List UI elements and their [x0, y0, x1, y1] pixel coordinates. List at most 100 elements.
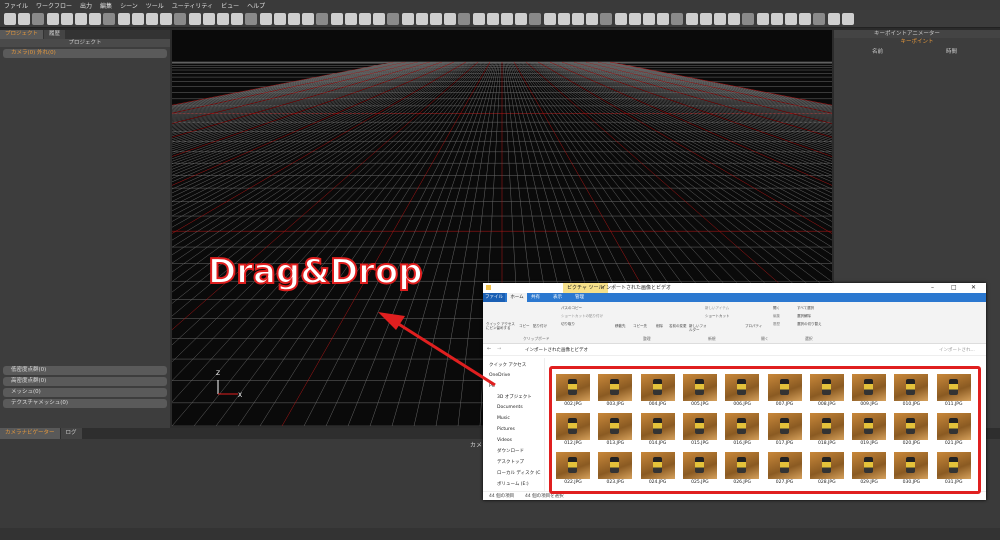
toolbar-button-icon[interactable]	[643, 13, 655, 25]
toolbar-button-icon[interactable]	[699, 13, 712, 25]
toolbar-button-icon[interactable]	[572, 13, 584, 25]
new-folder-button[interactable]: 新しいフォルダー	[689, 324, 707, 332]
close-icon[interactable]: ✕	[971, 283, 976, 293]
toolbar-button-icon[interactable]	[359, 13, 371, 25]
open-button[interactable]: 開く	[773, 306, 780, 311]
nav-item[interactable]: ボリューム (E:)	[497, 481, 529, 487]
toolbar-button-icon[interactable]	[273, 13, 286, 25]
nav-item[interactable]: Pictures	[497, 427, 515, 432]
back-icon[interactable]: ←	[487, 346, 491, 352]
menu-export[interactable]: 出力	[80, 1, 92, 10]
toolbar-button-icon[interactable]	[430, 13, 442, 25]
toolbar-button-icon[interactable]	[117, 13, 130, 25]
toolbar-button-icon[interactable]	[131, 13, 144, 25]
toolbar-button-icon[interactable]	[373, 13, 386, 25]
toolbar-button-icon[interactable]	[841, 13, 854, 25]
copy-path-button[interactable]: パスのコピー	[561, 306, 582, 311]
toolbar-button-icon[interactable]	[415, 13, 428, 25]
tab-log[interactable]: ログ	[60, 428, 82, 439]
ribbon-tab-view[interactable]: 表示	[553, 293, 562, 302]
nav-item[interactable]: ローカル ディスク (C	[497, 470, 540, 476]
toolbar-button-icon[interactable]	[586, 13, 599, 25]
minimize-icon[interactable]: –	[931, 283, 934, 293]
menu-scene[interactable]: シーン	[120, 1, 138, 10]
tab-project[interactable]: プロジェクト	[0, 30, 44, 39]
copy-to-button[interactable]: コピー先	[633, 324, 647, 329]
menu-view[interactable]: ビュー	[221, 1, 239, 10]
search-input[interactable]: インポートされ...	[939, 347, 975, 353]
nav-item[interactable]: Videos	[497, 438, 512, 443]
toolbar-button-icon[interactable]	[685, 13, 698, 25]
nav-item[interactable]: OneDrive	[489, 373, 510, 378]
toolbar-button-icon[interactable]	[188, 13, 201, 25]
toolbar-button-icon[interactable]	[18, 13, 31, 25]
invert-selection-button[interactable]: 選択の切り替え	[797, 322, 822, 327]
rename-button[interactable]: 名前の変更	[669, 324, 687, 328]
toolbar-button-icon[interactable]	[202, 13, 215, 25]
toolbar-button-icon[interactable]	[387, 13, 400, 25]
maximize-icon[interactable]: □	[951, 283, 957, 293]
toolbar-button-icon[interactable]	[515, 13, 528, 25]
ribbon-tab-file[interactable]: ファイル	[483, 293, 505, 302]
ribbon-tab-share[interactable]: 共有	[531, 293, 540, 302]
nav-item[interactable]: PC	[489, 384, 495, 389]
toolbar-button-icon[interactable]	[501, 13, 513, 25]
toolbar-button-icon[interactable]	[146, 13, 158, 25]
toolbar-button-icon[interactable]	[728, 13, 741, 25]
toolbar-button-icon[interactable]	[785, 13, 797, 25]
history-button[interactable]: 履歴	[773, 322, 780, 327]
pin-quick-access-button[interactable]: クイック アクセスにピン留めする	[486, 322, 516, 330]
toolbar-button-icon[interactable]	[89, 13, 102, 25]
toolbar-button-icon[interactable]	[770, 13, 783, 25]
toolbar-button-icon[interactable]	[75, 13, 87, 25]
paste-shortcut-button[interactable]: ショートカットの貼り付け	[561, 314, 603, 319]
menu-help[interactable]: ヘルプ	[247, 1, 265, 10]
toolbar-button-icon[interactable]	[458, 13, 471, 25]
toolbar-button-icon[interactable]	[160, 13, 173, 25]
ribbon-tab-home[interactable]: ホーム	[507, 293, 527, 302]
edit-button[interactable]: 編集	[773, 314, 780, 319]
easy-access-button[interactable]: ショートカット	[705, 314, 730, 319]
toolbar-button-icon[interactable]	[288, 13, 300, 25]
toolbar-button-icon[interactable]	[245, 13, 258, 25]
cameras-item[interactable]: カメラ(0) 外れ(0)	[3, 49, 167, 58]
delete-button[interactable]: 削除	[656, 324, 663, 329]
toolbar-button-icon[interactable]	[628, 13, 641, 25]
toolbar-button-icon[interactable]	[344, 13, 357, 25]
tab-camera-navigator[interactable]: カメラナビゲーター	[0, 428, 60, 439]
toolbar-button-icon[interactable]	[557, 13, 570, 25]
toolbar-button-icon[interactable]	[529, 13, 542, 25]
toolbar-button-icon[interactable]	[32, 13, 45, 25]
select-all-button[interactable]: すべて選択	[797, 306, 814, 311]
nav-item[interactable]: デスクトップ	[497, 459, 524, 465]
cut-button[interactable]: 切り取り	[561, 322, 575, 327]
nav-item[interactable]: クイック アクセス	[489, 362, 526, 368]
toolbar-button-icon[interactable]	[302, 13, 315, 25]
sparse-cloud-item[interactable]: 低密度点群(0)	[3, 366, 167, 375]
toolbar-button-icon[interactable]	[401, 13, 414, 25]
toolbar-button-icon[interactable]	[259, 13, 272, 25]
toolbar-button-icon[interactable]	[614, 13, 627, 25]
toolbar-button-icon[interactable]	[543, 13, 556, 25]
copy-button[interactable]: コピー	[519, 324, 530, 329]
toolbar-button-icon[interactable]	[486, 13, 499, 25]
toolbar-button-icon[interactable]	[4, 13, 16, 25]
toolbar-button-icon[interactable]	[799, 13, 812, 25]
toolbar-button-icon[interactable]	[444, 13, 457, 25]
properties-button[interactable]: プロパティ	[745, 324, 762, 329]
nav-item[interactable]: Music	[497, 416, 510, 421]
address-path[interactable]: インポートされた画像とビデオ	[525, 347, 588, 353]
paste-button[interactable]: 貼り付け	[533, 324, 547, 329]
menu-utilities[interactable]: ユーティリティ	[172, 1, 213, 10]
new-item-button[interactable]: 新しいアイテム	[705, 306, 729, 311]
menu-tools[interactable]: ツール	[146, 1, 164, 10]
toolbar-button-icon[interactable]	[316, 13, 329, 25]
toolbar-button-icon[interactable]	[174, 13, 187, 25]
toolbar-button-icon[interactable]	[827, 13, 840, 25]
toolbar-button-icon[interactable]	[671, 13, 684, 25]
toolbar-button-icon[interactable]	[103, 13, 116, 25]
forward-icon[interactable]: →	[497, 346, 501, 352]
textured-mesh-item[interactable]: テクスチャメッシュ(0)	[3, 399, 167, 408]
menu-edit[interactable]: 編集	[100, 1, 112, 10]
toolbar-button-icon[interactable]	[46, 13, 59, 25]
